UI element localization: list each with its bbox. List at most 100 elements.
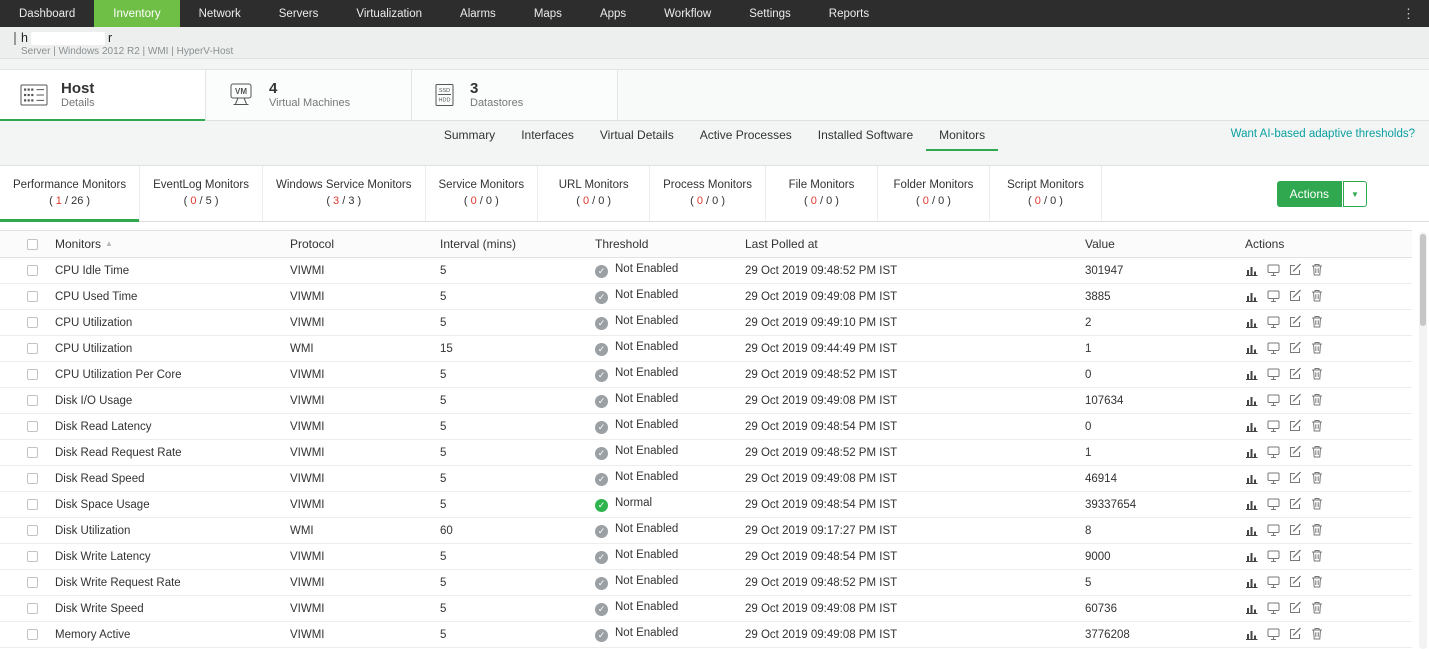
monitor-name[interactable]: Disk Read Request Rate <box>55 447 182 459</box>
delete-icon[interactable] <box>1311 419 1323 432</box>
row-checkbox[interactable] <box>27 421 38 432</box>
monitor-category-tab[interactable]: Windows Service Monitors ( 3 / 3 ) <box>263 166 425 221</box>
edit-icon[interactable] <box>1289 367 1302 380</box>
edit-icon[interactable] <box>1289 419 1302 432</box>
delete-icon[interactable] <box>1311 497 1323 510</box>
delete-icon[interactable] <box>1311 523 1323 536</box>
monitor-name[interactable]: CPU Utilization <box>55 343 132 355</box>
edit-icon[interactable] <box>1289 627 1302 640</box>
edit-icon[interactable] <box>1289 315 1302 328</box>
edit-icon[interactable] <box>1289 393 1302 406</box>
graph-icon[interactable] <box>1245 263 1258 276</box>
row-checkbox[interactable] <box>27 395 38 406</box>
monitor-name[interactable]: CPU Idle Time <box>55 265 129 277</box>
card-datastores[interactable]: SSD HDD 3 Datastores <box>412 70 618 120</box>
card-host-details[interactable]: Host Details <box>0 70 206 120</box>
monitor-name[interactable]: Disk Write Request Rate <box>55 577 181 589</box>
edit-icon[interactable] <box>1289 523 1302 536</box>
graph-icon[interactable] <box>1245 627 1258 640</box>
delete-icon[interactable] <box>1311 315 1323 328</box>
monitor-display-icon[interactable] <box>1267 263 1280 276</box>
monitor-category-tab[interactable]: URL Monitors ( 0 / 0 ) <box>538 166 650 221</box>
monitor-category-tab[interactable]: Folder Monitors ( 0 / 0 ) <box>878 166 990 221</box>
subtab[interactable]: Summary <box>431 121 508 151</box>
monitor-name[interactable]: Disk Write Latency <box>55 551 151 563</box>
delete-icon[interactable] <box>1311 549 1323 562</box>
select-all-checkbox[interactable] <box>27 239 38 250</box>
top-nav-item[interactable]: Alarms <box>441 0 515 27</box>
top-nav-item[interactable]: Servers <box>260 0 338 27</box>
graph-icon[interactable] <box>1245 341 1258 354</box>
monitor-display-icon[interactable] <box>1267 471 1280 484</box>
monitor-display-icon[interactable] <box>1267 393 1280 406</box>
monitor-name[interactable]: Memory Active <box>55 629 130 641</box>
top-nav-item[interactable]: Apps <box>581 0 645 27</box>
delete-icon[interactable] <box>1311 601 1323 614</box>
row-checkbox[interactable] <box>27 525 38 536</box>
edit-icon[interactable] <box>1289 341 1302 354</box>
monitor-name[interactable]: CPU Utilization Per Core <box>55 369 182 381</box>
graph-icon[interactable] <box>1245 445 1258 458</box>
subtab[interactable]: Interfaces <box>508 121 587 151</box>
row-checkbox[interactable] <box>27 551 38 562</box>
delete-icon[interactable] <box>1311 341 1323 354</box>
monitor-display-icon[interactable] <box>1267 367 1280 380</box>
top-nav-item[interactable]: Workflow <box>645 0 730 27</box>
edit-icon[interactable] <box>1289 497 1302 510</box>
graph-icon[interactable] <box>1245 471 1258 484</box>
edit-icon[interactable] <box>1289 445 1302 458</box>
monitor-display-icon[interactable] <box>1267 549 1280 562</box>
monitor-display-icon[interactable] <box>1267 627 1280 640</box>
subtab[interactable]: Active Processes <box>687 121 805 151</box>
delete-icon[interactable] <box>1311 627 1323 640</box>
monitor-category-tab[interactable]: Performance Monitors ( 1 / 26 ) <box>0 166 140 221</box>
edit-icon[interactable] <box>1289 289 1302 302</box>
monitor-name[interactable]: Disk I/O Usage <box>55 395 132 407</box>
row-checkbox[interactable] <box>27 265 38 276</box>
delete-icon[interactable] <box>1311 445 1323 458</box>
edit-icon[interactable] <box>1289 263 1302 276</box>
delete-icon[interactable] <box>1311 393 1323 406</box>
monitor-display-icon[interactable] <box>1267 315 1280 328</box>
monitor-display-icon[interactable] <box>1267 575 1280 588</box>
edit-icon[interactable] <box>1289 549 1302 562</box>
monitor-display-icon[interactable] <box>1267 497 1280 510</box>
monitor-display-icon[interactable] <box>1267 601 1280 614</box>
delete-icon[interactable] <box>1311 367 1323 380</box>
row-checkbox[interactable] <box>27 343 38 354</box>
graph-icon[interactable] <box>1245 393 1258 406</box>
edit-icon[interactable] <box>1289 575 1302 588</box>
monitor-display-icon[interactable] <box>1267 445 1280 458</box>
monitor-display-icon[interactable] <box>1267 419 1280 432</box>
scrollbar-thumb[interactable] <box>1420 234 1426 326</box>
monitor-display-icon[interactable] <box>1267 289 1280 302</box>
monitor-display-icon[interactable] <box>1267 341 1280 354</box>
graph-icon[interactable] <box>1245 549 1258 562</box>
top-nav-item[interactable]: Network <box>180 0 260 27</box>
subtab[interactable]: Monitors <box>926 121 998 151</box>
graph-icon[interactable] <box>1245 367 1258 380</box>
row-checkbox[interactable] <box>27 473 38 484</box>
monitor-name[interactable]: Disk Read Latency <box>55 421 152 433</box>
monitor-name[interactable]: CPU Utilization <box>55 317 132 329</box>
row-checkbox[interactable] <box>27 369 38 380</box>
monitor-category-tab[interactable]: Service Monitors ( 0 / 0 ) <box>426 166 539 221</box>
edit-icon[interactable] <box>1289 471 1302 484</box>
graph-icon[interactable] <box>1245 315 1258 328</box>
graph-icon[interactable] <box>1245 575 1258 588</box>
monitor-category-tab[interactable]: EventLog Monitors ( 0 / 5 ) <box>140 166 263 221</box>
graph-icon[interactable] <box>1245 419 1258 432</box>
row-checkbox[interactable] <box>27 603 38 614</box>
monitor-category-tab[interactable]: Script Monitors ( 0 / 0 ) <box>990 166 1102 221</box>
actions-button[interactable]: Actions <box>1277 181 1342 207</box>
vertical-dots-icon[interactable]: ⋮ <box>1388 0 1429 27</box>
top-nav-item[interactable]: Settings <box>730 0 810 27</box>
graph-icon[interactable] <box>1245 601 1258 614</box>
graph-icon[interactable] <box>1245 523 1258 536</box>
monitor-category-tab[interactable]: Process Monitors ( 0 / 0 ) <box>650 166 766 221</box>
row-checkbox[interactable] <box>27 499 38 510</box>
host-name[interactable]: h r <box>14 31 1429 45</box>
row-checkbox[interactable] <box>27 291 38 302</box>
graph-icon[interactable] <box>1245 289 1258 302</box>
subtab[interactable]: Installed Software <box>805 121 926 151</box>
